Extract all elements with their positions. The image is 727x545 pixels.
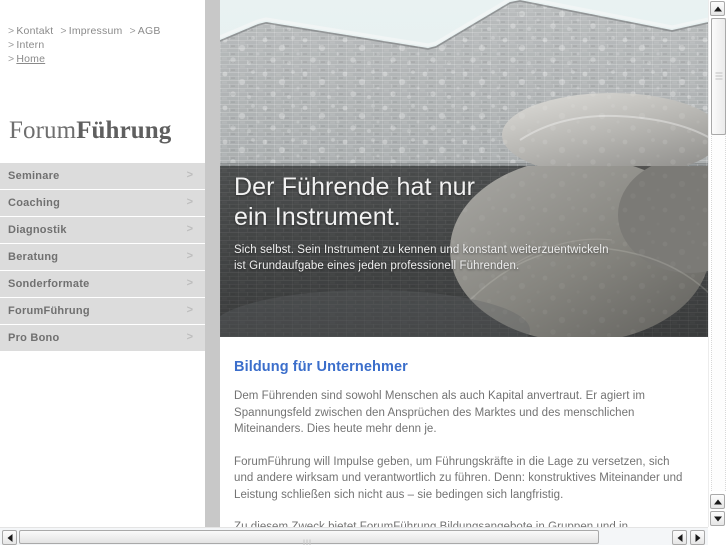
logo-part-forum: Forum	[9, 117, 77, 144]
hero-subtitle-line-2: ist Grundaufgabe eines jeden professione…	[234, 260, 520, 272]
triangle-right-icon	[695, 533, 700, 542]
vertical-scrollbar[interactable]	[708, 0, 727, 545]
hero-subtitle-line-1: Sich selbst. Sein Instrument zu kennen u…	[234, 244, 609, 256]
page-title: Bildung für Unternehmer	[234, 359, 408, 375]
sidebar-nav: Seminare > Coaching > Diagnostik > Berat…	[0, 163, 205, 352]
scroll-up-button-bottom[interactable]	[710, 494, 725, 509]
hero-text: Der Führende hat nur ein Instrument. Sic…	[234, 172, 694, 274]
sidebar-item-label: Pro Bono	[8, 332, 60, 344]
page-viewport: > Kontakt > Impressum > AGB> Intern > Home Foru…	[0, 0, 708, 527]
sidebar-item-forumfuehrung[interactable]: ForumFührung >	[0, 298, 205, 325]
chevron-right-icon: >	[186, 223, 193, 235]
content-paragraph-2: ForumFührung will Impulse geben, um Führ…	[234, 455, 683, 501]
scroll-right-button[interactable]	[690, 530, 705, 545]
utility-nav-row-1: > Kontakt > Impressum > AGB> Intern	[8, 24, 203, 52]
sidebar-item-label: Beratung	[8, 251, 59, 263]
vertical-scrollbar-thumb[interactable]	[711, 18, 726, 135]
browser-page: > Kontakt > Impressum > AGB> Intern > Home Foru…	[0, 0, 727, 545]
sidebar-item-pro-bono[interactable]: Pro Bono >	[0, 325, 205, 352]
grip-icon	[715, 72, 722, 81]
hero-title-line-2: ein Instrument.	[234, 203, 401, 231]
chevron-right-icon: >	[129, 25, 136, 37]
hero-title: Der Führende hat nur ein Instrument.	[234, 172, 694, 232]
triangle-left-icon	[7, 533, 12, 542]
utility-nav-link-intern[interactable]: Intern	[16, 39, 44, 51]
content-paragraph-1: Dem Führenden sind sowohl Menschen als a…	[234, 390, 645, 435]
horizontal-scrollbar[interactable]	[0, 527, 708, 545]
sidebar-item-beratung[interactable]: Beratung >	[0, 244, 205, 271]
triangle-down-icon	[713, 516, 722, 521]
utility-nav-item-intern[interactable]: > Intern	[8, 38, 44, 52]
scroll-left-button-right[interactable]	[672, 530, 687, 545]
scroll-down-button[interactable]	[710, 511, 725, 526]
chevron-right-icon: >	[186, 331, 193, 343]
chevron-right-icon: >	[186, 250, 193, 262]
utility-nav-item-home[interactable]: > Home	[8, 52, 45, 66]
utility-nav-link-kontakt[interactable]: Kontakt	[16, 25, 53, 37]
sidebar-item-sonderformate[interactable]: Sonderformate >	[0, 271, 205, 298]
hero-banner: Der Führende hat nur ein Instrument. Sic…	[220, 0, 708, 337]
hero-title-line-1: Der Führende hat nur	[234, 173, 476, 201]
chevron-right-icon: >	[186, 169, 193, 181]
sidebar-item-label: Coaching	[8, 197, 61, 209]
chevron-right-icon: >	[8, 39, 15, 51]
utility-nav-item-impressum[interactable]: > Impressum	[60, 24, 122, 38]
chevron-right-icon: >	[186, 277, 193, 289]
content-paragraph-3: Zu diesem Zweck bietet ForumFührung Bild…	[234, 521, 629, 527]
grip-icon	[303, 534, 315, 545]
hero-subtitle: Sich selbst. Sein Instrument zu kennen u…	[234, 242, 694, 274]
chevron-right-icon: >	[186, 304, 193, 316]
utility-nav-item-agb[interactable]: > AGB	[129, 24, 160, 38]
sidebar-item-label: ForumFührung	[8, 305, 90, 317]
column-gutter	[205, 0, 220, 527]
chevron-right-icon: >	[60, 25, 67, 37]
content-body: Bildung für Unternehmer Dem Führenden si…	[220, 337, 708, 527]
scrollbar-corner	[708, 527, 727, 545]
scroll-left-button[interactable]	[2, 530, 17, 545]
triangle-left-icon	[677, 533, 682, 542]
sidebar-item-label: Sonderformate	[8, 278, 90, 290]
hero-photo	[220, 0, 708, 337]
chevron-right-icon: >	[186, 196, 193, 208]
triangle-up-icon	[713, 499, 722, 504]
sidebar-item-coaching[interactable]: Coaching >	[0, 190, 205, 217]
chevron-right-icon: >	[8, 53, 15, 65]
chevron-right-icon: >	[8, 25, 15, 37]
scroll-up-button[interactable]	[710, 1, 725, 16]
logo-part-fuehrung: Führung	[76, 117, 172, 144]
utility-nav-link-impressum[interactable]: Impressum	[69, 25, 123, 37]
left-column: > Kontakt > Impressum > AGB> Intern > Home Foru…	[0, 0, 205, 527]
sidebar-item-label: Seminare	[8, 170, 60, 182]
sidebar-item-diagnostik[interactable]: Diagnostik >	[0, 217, 205, 244]
utility-nav-link-agb[interactable]: AGB	[138, 25, 161, 37]
main-column: Der Führende hat nur ein Instrument. Sic…	[220, 0, 708, 527]
sidebar-item-label: Diagnostik	[8, 224, 67, 236]
utility-nav-link-home[interactable]: Home	[16, 53, 45, 65]
sidebar-item-seminare[interactable]: Seminare >	[0, 163, 205, 190]
site-logo[interactable]: ForumFührung	[9, 117, 171, 145]
triangle-up-icon	[713, 6, 722, 11]
utility-nav-item-kontakt[interactable]: > Kontakt	[8, 24, 53, 38]
utility-nav: > Kontakt > Impressum > AGB> Intern > Home	[8, 24, 203, 66]
utility-nav-row-2: > Home	[8, 52, 203, 66]
horizontal-scrollbar-thumb[interactable]	[19, 530, 599, 545]
